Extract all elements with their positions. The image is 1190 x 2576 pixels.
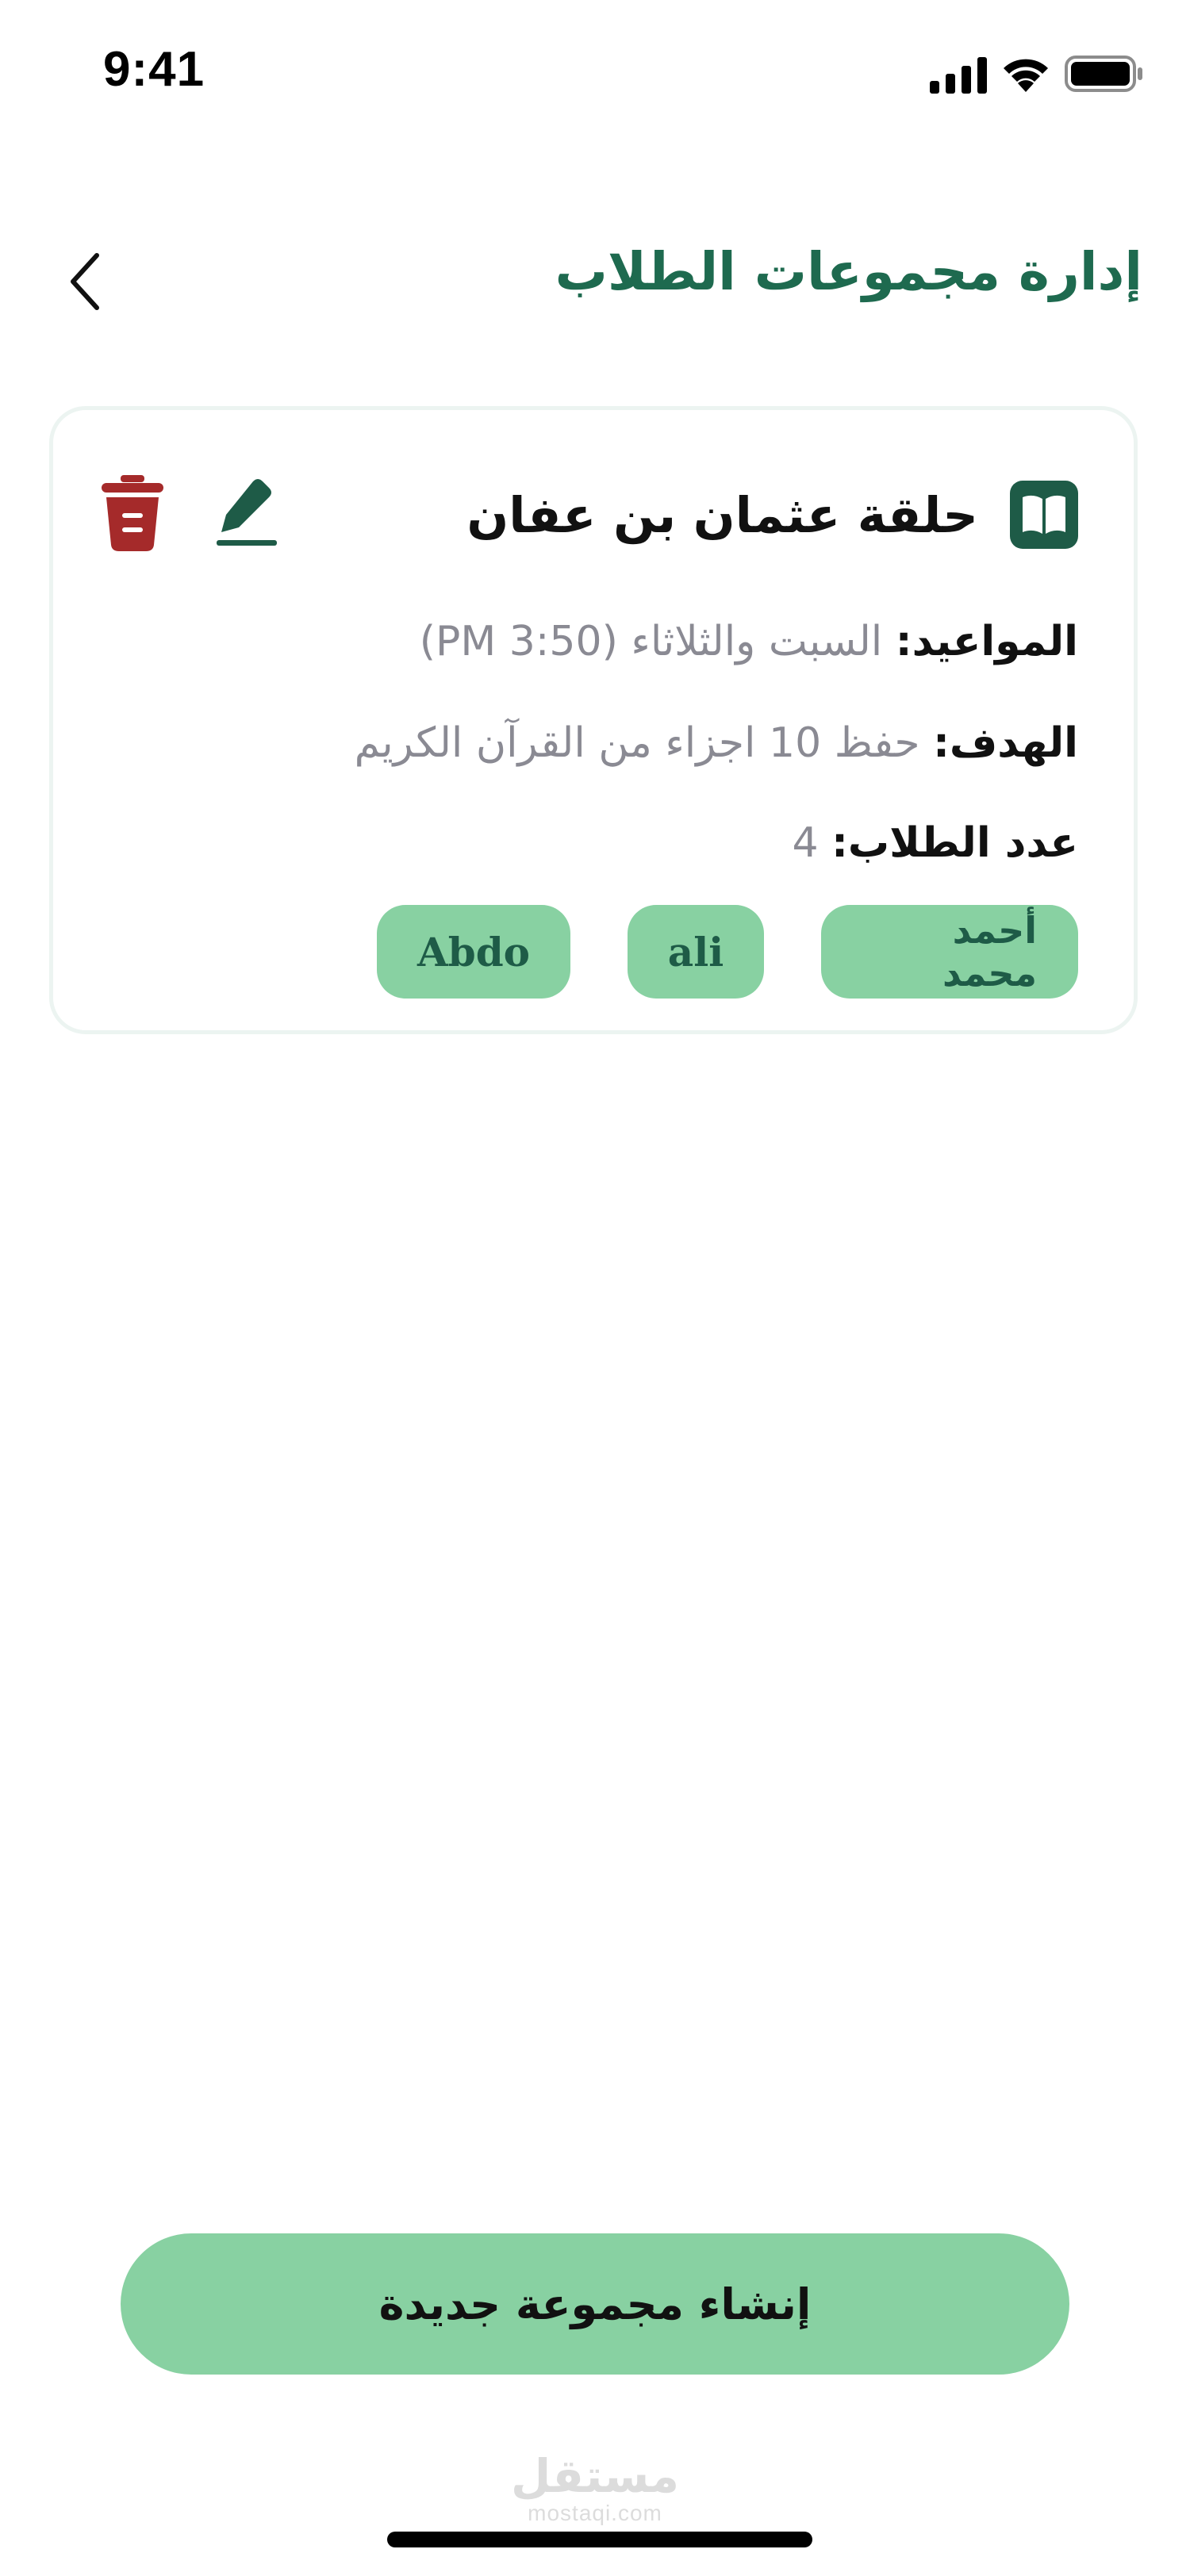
- status-time: 9:41: [103, 42, 205, 97]
- cellular-signal-icon: [930, 57, 987, 94]
- back-button[interactable]: [56, 238, 119, 325]
- goal-label: الهدف:: [933, 719, 1078, 767]
- battery-icon: [1065, 56, 1142, 92]
- student-chip[interactable]: أحمد محمد: [821, 905, 1078, 999]
- goal-row: الهدف: حفظ 10 اجزاء من القرآن الكريم: [355, 719, 1078, 767]
- goal-value: حفظ 10 اجزاء من القرآن الكريم: [354, 719, 920, 767]
- watermark-latin: mostaqi.com: [528, 2501, 662, 2525]
- delete-group-button[interactable]: [97, 472, 168, 554]
- student-count-value: 4: [792, 819, 819, 867]
- student-chips: أحمد محمد ali Abdo: [377, 905, 1078, 999]
- create-group-button[interactable]: إنشاء مجموعة جديدة: [121, 2233, 1069, 2375]
- page-header: إدارة مجموعات الطلاب: [0, 206, 1190, 349]
- book-icon: [1010, 481, 1078, 549]
- watermark-arabic: مستقل: [510, 2449, 680, 2503]
- page-title: إدارة مجموعات الطلاب: [555, 241, 1142, 302]
- chevron-left-icon: [71, 253, 99, 310]
- student-count-row: عدد الطلاب: 4: [792, 819, 1078, 867]
- trash-icon: [102, 475, 163, 551]
- schedule-value: السبت والثلاثاء (PM 3:50): [419, 618, 883, 665]
- schedule-row: المواعيد: السبت والثلاثاء (PM 3:50): [420, 618, 1078, 665]
- group-card-header: حلقة عثمان بن عفان: [466, 475, 1078, 554]
- watermark: مستقل mostaqi.com: [492, 2451, 698, 2525]
- group-name: حلقة عثمان بن عفان: [466, 485, 978, 544]
- status-bar: 9:41: [0, 0, 1190, 143]
- student-count-label: عدد الطلاب:: [831, 819, 1078, 867]
- wifi-icon: [1004, 59, 1048, 92]
- edit-group-button[interactable]: [212, 473, 283, 553]
- edit-pencil-icon: [217, 479, 277, 546]
- schedule-label: المواعيد:: [895, 618, 1078, 665]
- home-indicator[interactable]: [387, 2532, 812, 2547]
- student-chip[interactable]: Abdo: [377, 905, 570, 999]
- student-chip[interactable]: ali: [628, 905, 764, 999]
- group-card[interactable]: حلقة عثمان بن عفان المواعيد: السبت والثل…: [49, 406, 1138, 1034]
